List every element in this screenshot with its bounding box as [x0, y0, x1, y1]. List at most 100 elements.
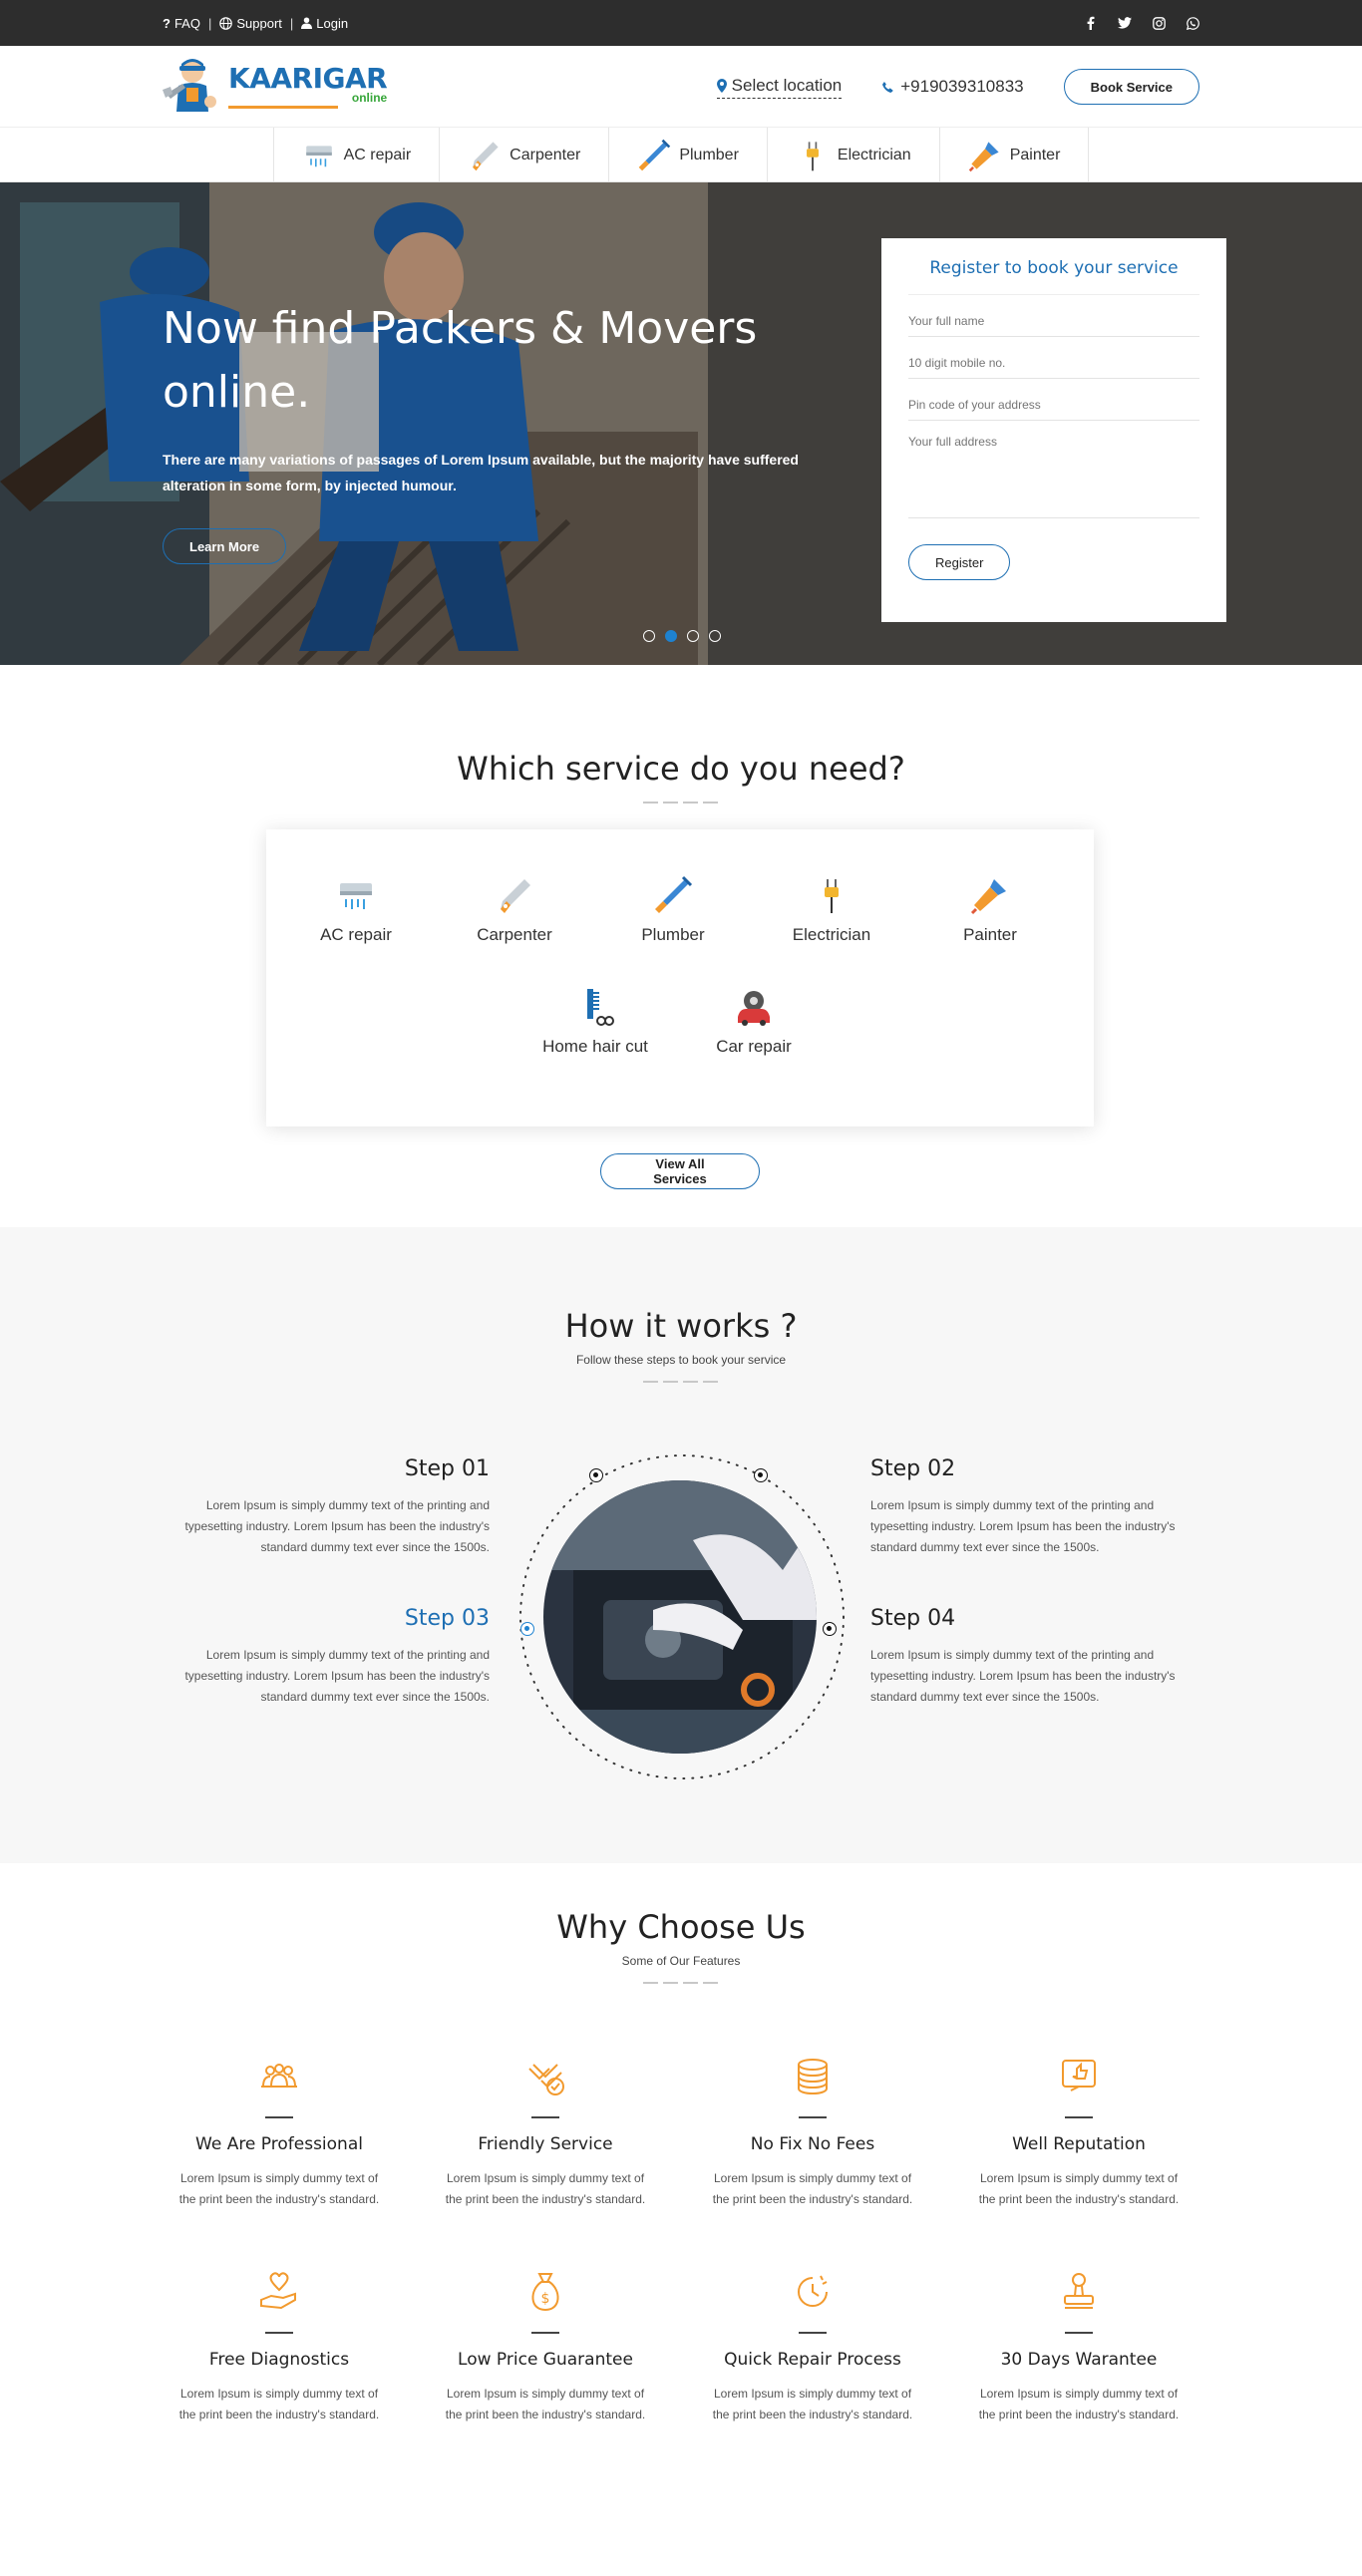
service-painter[interactable]: Painter: [930, 875, 1050, 945]
feature-free-diagnostics: Free Diagnostics Lorem Ipsum is simply d…: [146, 2270, 413, 2425]
register-button[interactable]: Register: [908, 544, 1011, 580]
paint-brush-icon: [970, 879, 1006, 915]
step-text: Lorem Ipsum is simply dummy text of the …: [870, 1498, 1176, 1554]
step-1: Step 01 Lorem Ipsum is simply dummy text…: [180, 1456, 490, 1558]
category-carpenter[interactable]: Carpenter: [440, 128, 610, 182]
register-title: Register to book your service: [908, 258, 1199, 295]
step-3-marker[interactable]: [520, 1622, 534, 1636]
feature-low-price-guarantee: $ Low Price Guarantee Lorem Ipsum is sim…: [412, 2270, 679, 2425]
feature-title: 30 Days Warantee: [1000, 2350, 1158, 2370]
top-bar: ? FAQ | Support | Login: [0, 0, 1362, 46]
divider: [643, 1381, 719, 1383]
wrench-icon: [655, 875, 693, 913]
learn-more-button[interactable]: Learn More: [163, 528, 287, 564]
social-links: [1084, 16, 1199, 30]
twitter-icon[interactable]: [1118, 16, 1132, 30]
clock-icon: [798, 2275, 828, 2307]
slider-dot-3[interactable]: [687, 630, 699, 642]
step-1-marker[interactable]: [589, 1468, 603, 1482]
site-header: KAARIGAR online Select location +9190393…: [0, 46, 1362, 128]
feature-text: Lorem Ipsum is simply dummy text of the …: [978, 2171, 1180, 2206]
globe-icon: [219, 16, 233, 30]
slider-dot-2[interactable]: [665, 630, 677, 642]
wrench-icon: [639, 139, 671, 170]
phone-number[interactable]: +919039310833: [881, 77, 1024, 97]
slider-dot-1[interactable]: [643, 630, 655, 642]
comb-icon: [587, 989, 614, 1026]
view-all-services-button[interactable]: View All Services: [600, 1153, 760, 1189]
feature-bar: [265, 2332, 293, 2334]
instagram-icon[interactable]: [1152, 16, 1166, 30]
feature-title: Quick Repair Process: [724, 2350, 901, 2370]
top-links: ? FAQ | Support | Login: [163, 16, 348, 31]
feature-text: Lorem Ipsum is simply dummy text of the …: [178, 2171, 380, 2206]
service-plumber[interactable]: Plumber: [613, 875, 733, 945]
select-location[interactable]: Select location: [716, 76, 843, 99]
facebook-icon[interactable]: [1084, 16, 1098, 30]
step-text: Lorem Ipsum is simply dummy text of the …: [184, 1648, 490, 1704]
slider-dot-4[interactable]: [709, 630, 721, 642]
feature-30-days-warranty: 30 Days Warantee Lorem Ipsum is simply d…: [945, 2270, 1212, 2425]
handshake-icon: [528, 2064, 564, 2095]
feature-bar: [799, 2116, 827, 2118]
whatsapp-icon[interactable]: [1186, 16, 1199, 30]
login-link[interactable]: Login: [301, 16, 348, 31]
feature-bar: [531, 2116, 559, 2118]
service-car-repair[interactable]: Car repair: [694, 987, 814, 1057]
support-link[interactable]: Support: [219, 16, 282, 31]
feature-title: No Fix No Fees: [750, 2134, 875, 2154]
faq-link[interactable]: ? FAQ: [163, 16, 200, 31]
full-name-input[interactable]: [908, 295, 1199, 337]
feature-text: Lorem Ipsum is simply dummy text of the …: [978, 2387, 1180, 2421]
feature-text: Lorem Ipsum is simply dummy text of the …: [445, 2387, 646, 2421]
coins-icon: [798, 2059, 828, 2095]
service-ac-repair[interactable]: AC repair: [296, 875, 416, 945]
hero-title: Now find Packers & Movers online.: [163, 303, 758, 418]
feature-bar: [1065, 2332, 1093, 2334]
feature-bar: [1065, 2116, 1093, 2118]
why-heading: Why Choose Us Some of Our Features: [0, 1908, 1362, 1984]
slider-dots: [643, 630, 721, 642]
header-actions: Select location +919039310833 Book Servi…: [716, 69, 1199, 105]
feature-title: Free Diagnostics: [208, 2350, 350, 2370]
services-heading: Which service do you need?: [0, 750, 1362, 804]
heart-hand-icon: [260, 2272, 296, 2310]
step-2-marker[interactable]: [754, 1468, 768, 1482]
engine-image: [543, 1480, 817, 1754]
book-service-button[interactable]: Book Service: [1063, 69, 1199, 105]
feature-professional: We Are Professional Lorem Ipsum is simpl…: [146, 2055, 413, 2210]
feature-no-fix-no-fees: No Fix No Fees Lorem Ipsum is simply dum…: [679, 2055, 946, 2210]
category-ac-repair[interactable]: AC repair: [272, 128, 441, 182]
register-form: Register to book your service Register: [881, 238, 1226, 622]
why-title: Why Choose Us: [556, 1908, 806, 1946]
service-electrician[interactable]: Electrician: [772, 875, 891, 945]
mechanic-mascot-icon: [163, 59, 216, 112]
step-4: Step 04 Lorem Ipsum is simply dummy text…: [870, 1606, 1180, 1708]
service-carpenter[interactable]: Carpenter: [455, 875, 574, 945]
feature-title: We Are Professional: [195, 2134, 363, 2154]
feature-friendly-service: Friendly Service Lorem Ipsum is simply d…: [412, 2055, 679, 2210]
pin-code-input[interactable]: [908, 379, 1199, 421]
ac-icon: [305, 145, 332, 166]
feature-well-reputation: Well Reputation Lorem Ipsum is simply du…: [945, 2055, 1212, 2210]
logo[interactable]: KAARIGAR online: [163, 54, 388, 120]
user-icon: [301, 17, 313, 29]
stamp-icon: [1064, 2273, 1094, 2309]
thumbs-up-icon: [1062, 2060, 1096, 2092]
feature-bar: [531, 2332, 559, 2334]
ac-icon: [340, 883, 372, 909]
category-painter[interactable]: Painter: [940, 128, 1090, 182]
mobile-input[interactable]: [908, 337, 1199, 379]
feature-text: Lorem Ipsum is simply dummy text of the …: [712, 2171, 913, 2206]
plug-icon: [825, 879, 839, 913]
category-electrician[interactable]: Electrician: [768, 128, 940, 182]
address-input[interactable]: [908, 421, 1199, 518]
logo-wordmark: KAARIGAR online: [228, 65, 388, 109]
service-home-hair-cut[interactable]: Home hair cut: [535, 987, 655, 1057]
step-4-marker[interactable]: [823, 1622, 837, 1636]
saw-icon: [473, 141, 499, 170]
plug-icon: [806, 141, 819, 170]
feature-quick-repair: Quick Repair Process Lorem Ipsum is simp…: [679, 2270, 946, 2425]
category-plumber[interactable]: Plumber: [609, 128, 768, 182]
car-icon: [738, 991, 770, 1026]
